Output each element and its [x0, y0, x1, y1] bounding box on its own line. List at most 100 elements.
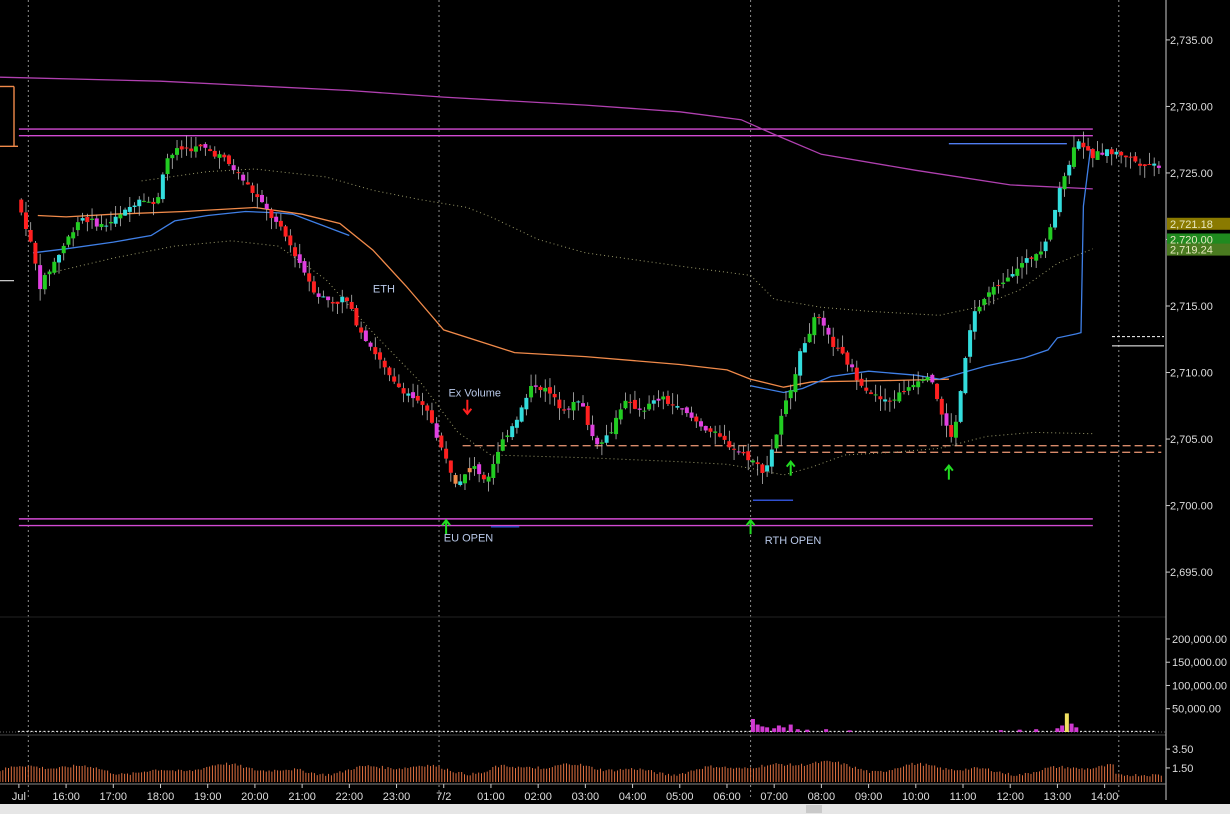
price-tick-label: 2,730.00	[1170, 101, 1213, 113]
candle-body	[1100, 152, 1105, 155]
candle-body	[916, 381, 921, 388]
candle-body	[722, 435, 727, 440]
candle-body	[581, 403, 585, 407]
candle	[481, 471, 486, 483]
candle-body	[628, 401, 633, 403]
volume-bar	[472, 730, 475, 732]
candle	[354, 305, 359, 327]
volume-bar	[455, 730, 458, 732]
candle	[1015, 256, 1020, 284]
candle	[491, 455, 496, 485]
volume-tick-label: 50,000.00	[1172, 704, 1221, 716]
candle	[396, 374, 401, 388]
candle-body	[949, 425, 954, 437]
volume-bar	[935, 730, 938, 732]
candle	[632, 390, 637, 410]
volume-bar	[204, 730, 207, 732]
volume-bar	[51, 730, 54, 732]
candle-body	[321, 296, 326, 298]
candle	[387, 366, 392, 382]
candle	[1053, 209, 1058, 230]
scrollbar-thumb[interactable]	[806, 805, 822, 813]
candle	[1024, 249, 1029, 275]
volume-bar	[1088, 730, 1091, 732]
candle	[500, 432, 505, 452]
candle	[807, 323, 812, 343]
candle-body	[71, 232, 76, 239]
candle	[392, 368, 397, 385]
candle	[533, 374, 538, 394]
candle	[104, 218, 109, 232]
candle-body	[703, 425, 708, 431]
annotation-label: RTH OPEN	[765, 535, 822, 547]
candle-body	[165, 158, 170, 175]
up-arrow-icon	[785, 460, 796, 476]
volume-bar	[625, 730, 628, 732]
candle-body	[444, 448, 449, 459]
candle	[897, 383, 902, 404]
candle	[854, 360, 859, 390]
volume-bar	[119, 730, 122, 732]
volume-bar	[332, 730, 335, 732]
candle	[887, 397, 892, 412]
candle	[906, 380, 911, 396]
candle-body	[632, 399, 637, 409]
volume-bar	[323, 730, 326, 732]
volume-bar	[544, 730, 547, 732]
volume-bar	[463, 730, 466, 732]
volume-bar	[914, 730, 917, 732]
candle	[618, 403, 623, 425]
volume-bar	[859, 730, 862, 732]
candle-body	[769, 449, 774, 467]
volume-bar	[1152, 730, 1155, 732]
volume-bar	[264, 730, 267, 732]
candle-body	[496, 451, 501, 464]
candle	[146, 196, 151, 203]
volume-bar	[77, 730, 80, 732]
candle-body	[434, 423, 439, 438]
candle-body	[1053, 209, 1058, 228]
candle	[1133, 152, 1138, 163]
candle-body	[137, 199, 142, 207]
candle	[52, 257, 57, 275]
volume-bar	[833, 730, 836, 732]
candle	[274, 213, 279, 229]
time-tick-label: 06:00	[713, 791, 741, 803]
candle-body	[972, 311, 977, 332]
candle	[642, 407, 647, 420]
candle-body	[699, 421, 704, 427]
horizontal-scrollbar[interactable]	[0, 804, 1230, 814]
candle-body	[1015, 268, 1020, 276]
candle-body	[1119, 151, 1124, 156]
candle-body	[392, 376, 397, 382]
candle-body	[354, 308, 359, 326]
volume-bar	[353, 730, 356, 732]
candle-body	[184, 147, 189, 149]
candle-body	[146, 201, 151, 203]
axes[interactable]: 2,735.002,730.002,725.002,720.002,715.00…	[0, 0, 1230, 803]
volume-bar	[604, 730, 607, 732]
candle	[245, 172, 250, 185]
volume-bar	[183, 730, 186, 732]
volume-bar	[755, 724, 760, 732]
candle-body	[151, 201, 156, 204]
volume-bar	[506, 730, 509, 732]
candle	[713, 425, 718, 445]
candle	[930, 373, 935, 385]
time-tick-label: 10:00	[902, 791, 930, 803]
candle-body	[604, 435, 609, 443]
volume-bar	[56, 730, 59, 732]
volume-bar	[990, 730, 993, 732]
candle-body	[316, 293, 321, 297]
candle	[340, 289, 345, 314]
volume-bar	[1074, 727, 1079, 732]
candle-body	[170, 154, 175, 159]
candle-body	[675, 406, 680, 408]
volume-bar	[961, 730, 964, 732]
volume-bar	[561, 730, 564, 732]
candle	[543, 379, 548, 402]
annotations: ETH Ex Volume EU OPEN RTH OPEN	[373, 284, 822, 547]
volume-bar	[451, 730, 454, 732]
time-tick-label: 14:00	[1091, 791, 1119, 803]
volume-bar	[854, 730, 857, 732]
